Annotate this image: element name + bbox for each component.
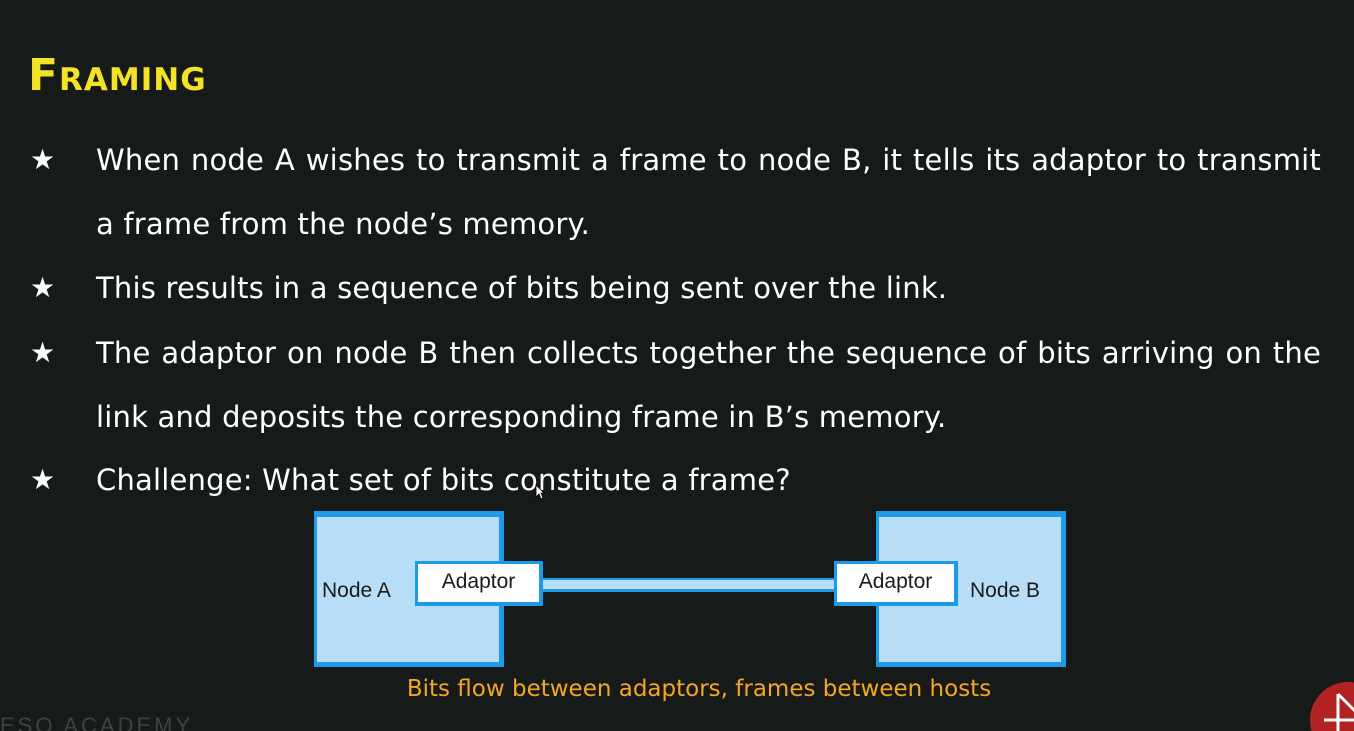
bullet-item-4: Challenge: What set of bits constitute a…: [96, 463, 791, 497]
node-b-label: Node B: [970, 579, 1041, 602]
node-a-label: Node A: [322, 579, 391, 602]
slide: Framing ★ When node A wishes to transmit…: [0, 0, 1354, 731]
diagram-caption: Bits flow between adaptors, frames betwe…: [406, 676, 992, 702]
adaptor-a-box: Adaptor: [415, 561, 543, 606]
mouse-cursor-icon: [535, 484, 545, 500]
watermark: ESO ACADEMY: [0, 713, 194, 731]
bullet-item-2: This results in a sequence of bits being…: [96, 271, 948, 305]
link-line: [540, 578, 838, 592]
neso-academy-logo-icon: [1310, 682, 1354, 731]
bullet-item-1: When node A wishes to transmit a frame t…: [96, 143, 1321, 241]
adaptor-b-box: Adaptor: [834, 561, 958, 606]
node-a-box: [314, 511, 504, 667]
slide-title: Framing: [28, 50, 207, 101]
star-bullet-icon: ★: [30, 271, 56, 304]
star-bullet-icon: ★: [30, 336, 56, 369]
node-b-box: [876, 511, 1066, 667]
star-bullet-icon: ★: [30, 463, 56, 496]
star-bullet-icon: ★: [30, 143, 56, 176]
bullet-item-3: The adaptor on node B then collects toge…: [96, 336, 1321, 434]
